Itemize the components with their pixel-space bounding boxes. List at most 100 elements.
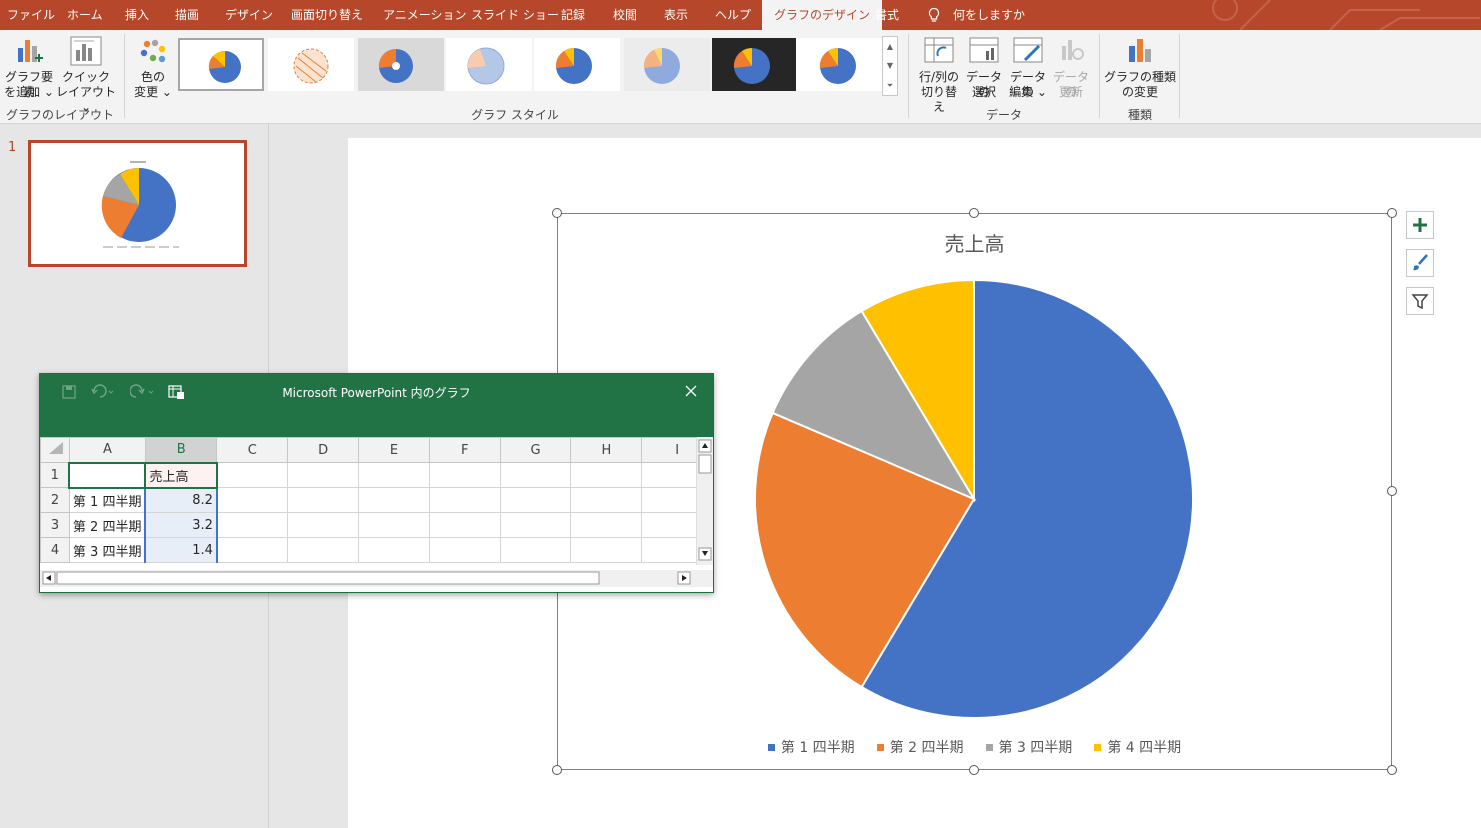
cell[interactable] [428, 462, 501, 488]
legend-item[interactable]: 第 4 四半期 [1094, 737, 1181, 757]
gallery-down-button[interactable]: ▼ [883, 56, 897, 75]
tab-slideshow[interactable]: スライド ショー [464, 0, 566, 30]
chart-style-4[interactable] [446, 38, 532, 91]
change-colors-button[interactable]: 色の 変更 ⌄ [130, 34, 176, 102]
switch-row-column-button[interactable]: 行/列の 切り替え [916, 34, 962, 114]
column-header[interactable]: H [570, 437, 643, 463]
circuit-pattern-decoration [1212, 0, 1480, 30]
chart-style-6[interactable] [624, 38, 710, 91]
cell[interactable] [287, 487, 360, 513]
column-header[interactable]: A [68, 437, 146, 463]
edit-data-button[interactable]: データの 編集 ⌄ [1006, 34, 1050, 102]
cell[interactable]: 3.2 [144, 512, 218, 538]
slide-thumbnail-1[interactable] [28, 140, 247, 267]
row-header[interactable]: 4 [40, 537, 70, 563]
tab-design[interactable]: デザイン [218, 0, 280, 30]
tab-format[interactable]: 書式 [866, 0, 908, 30]
row-header[interactable]: 1 [40, 462, 70, 488]
chart-style-7[interactable] [712, 38, 798, 91]
tab-insert[interactable]: 挿入 [118, 0, 156, 30]
column-header[interactable]: C [216, 437, 289, 463]
legend-item[interactable]: 第 3 四半期 [985, 737, 1072, 757]
tell-me-search[interactable]: 何をしますか [953, 0, 1025, 30]
change-chart-type-button[interactable]: グラフの種類 の変更 [1104, 34, 1176, 102]
cell[interactable] [358, 487, 430, 513]
resize-handle-bottom[interactable] [969, 765, 979, 775]
chart-filters-button[interactable] [1406, 287, 1434, 315]
cell[interactable] [570, 512, 643, 538]
chart-style-3[interactable] [358, 38, 444, 91]
tab-draw[interactable]: 描画 [168, 0, 206, 30]
tab-home[interactable]: ホーム [60, 0, 110, 30]
row-header[interactable]: 3 [40, 512, 70, 538]
add-chart-element-button[interactable]: グラフ要素 を追加 ⌄ [2, 34, 56, 102]
cell[interactable] [358, 462, 430, 488]
column-header[interactable]: E [358, 437, 430, 463]
excel-title-bar[interactable]: Microsoft PowerPoint 内のグラフ [40, 374, 713, 437]
cell[interactable] [499, 487, 572, 513]
horizontal-scrollbar[interactable] [40, 570, 713, 587]
lightbulb-icon[interactable] [926, 7, 942, 23]
gallery-up-button[interactable]: ▲ [883, 37, 897, 56]
column-header[interactable]: G [499, 437, 572, 463]
cell[interactable]: 第 3 四半期 [68, 537, 146, 563]
legend-item[interactable]: 第 2 四半期 [876, 737, 964, 757]
column-header[interactable]: B [144, 437, 218, 464]
tab-record[interactable]: 記録 [554, 0, 592, 30]
cell[interactable] [428, 487, 501, 513]
legend-item[interactable]: 第 1 四半期 [767, 737, 855, 757]
vertical-scrollbar[interactable] [696, 437, 713, 565]
group-label-type: 種類 [1127, 108, 1152, 122]
cell[interactable] [216, 462, 289, 488]
cell[interactable]: 第 2 四半期 [68, 512, 146, 538]
resize-handle-bottom-right[interactable] [1387, 765, 1397, 775]
close-icon[interactable] [680, 380, 702, 402]
tab-animations[interactable]: アニメーション [376, 0, 474, 30]
cell[interactable] [499, 512, 572, 538]
chart-style-1[interactable] [178, 38, 264, 91]
cell[interactable] [499, 462, 572, 488]
cell[interactable]: 売上高 [144, 461, 218, 489]
spreadsheet-grid[interactable]: A B C D E F G H I 1 売上高 2 第 1 四半期 8.2 3 … [40, 437, 713, 565]
cell[interactable]: 1.4 [144, 537, 218, 563]
cell[interactable] [570, 487, 643, 513]
tab-file[interactable]: ファイル [0, 0, 62, 30]
chart-legend[interactable]: 第 1 四半期 第 2 四半期 第 3 四半期 第 4 四半期 [557, 737, 1392, 757]
tab-help[interactable]: ヘルプ [708, 0, 758, 30]
tab-transitions[interactable]: 画面切り替え [284, 0, 370, 30]
cell[interactable] [499, 537, 572, 563]
chart-style-5[interactable] [534, 38, 620, 91]
cell[interactable] [358, 537, 430, 563]
cell[interactable] [570, 537, 643, 563]
tab-chart-design[interactable]: グラフのデザイン [762, 0, 883, 30]
cell[interactable]: 第 1 四半期 [68, 486, 146, 513]
tab-view[interactable]: 表示 [657, 0, 695, 30]
select-all-corner[interactable] [40, 437, 70, 463]
cell[interactable] [216, 537, 289, 563]
column-header[interactable]: D [287, 437, 360, 463]
quick-layout-button[interactable]: クイック レイアウト ⌄ [56, 34, 116, 114]
cell[interactable] [287, 512, 360, 538]
chart-styles-button[interactable] [1406, 249, 1434, 277]
cell[interactable] [287, 462, 360, 488]
gallery-expand-button[interactable]: ⏷ [883, 76, 897, 95]
cell[interactable] [216, 487, 289, 513]
column-header[interactable]: F [428, 437, 501, 463]
chart-elements-button[interactable] [1406, 211, 1434, 239]
cell[interactable] [570, 462, 643, 488]
chart-style-8[interactable] [796, 38, 882, 91]
tab-review[interactable]: 校閲 [606, 0, 644, 30]
select-data-button[interactable]: データの 選択 [962, 34, 1006, 102]
cell[interactable] [428, 537, 501, 563]
cell[interactable] [287, 537, 360, 563]
resize-handle-bottom-left[interactable] [552, 765, 562, 775]
refresh-data-button[interactable]: データの 更新 [1050, 34, 1092, 102]
cell[interactable] [216, 512, 289, 538]
chart-style-2[interactable] [268, 38, 354, 91]
excel-data-window[interactable]: Microsoft PowerPoint 内のグラフ A B C D E F G… [39, 373, 714, 593]
row-header[interactable]: 2 [40, 487, 70, 513]
cell[interactable] [68, 461, 146, 489]
cell[interactable] [428, 512, 501, 538]
cell[interactable] [358, 512, 430, 538]
cell[interactable]: 8.2 [144, 487, 218, 513]
